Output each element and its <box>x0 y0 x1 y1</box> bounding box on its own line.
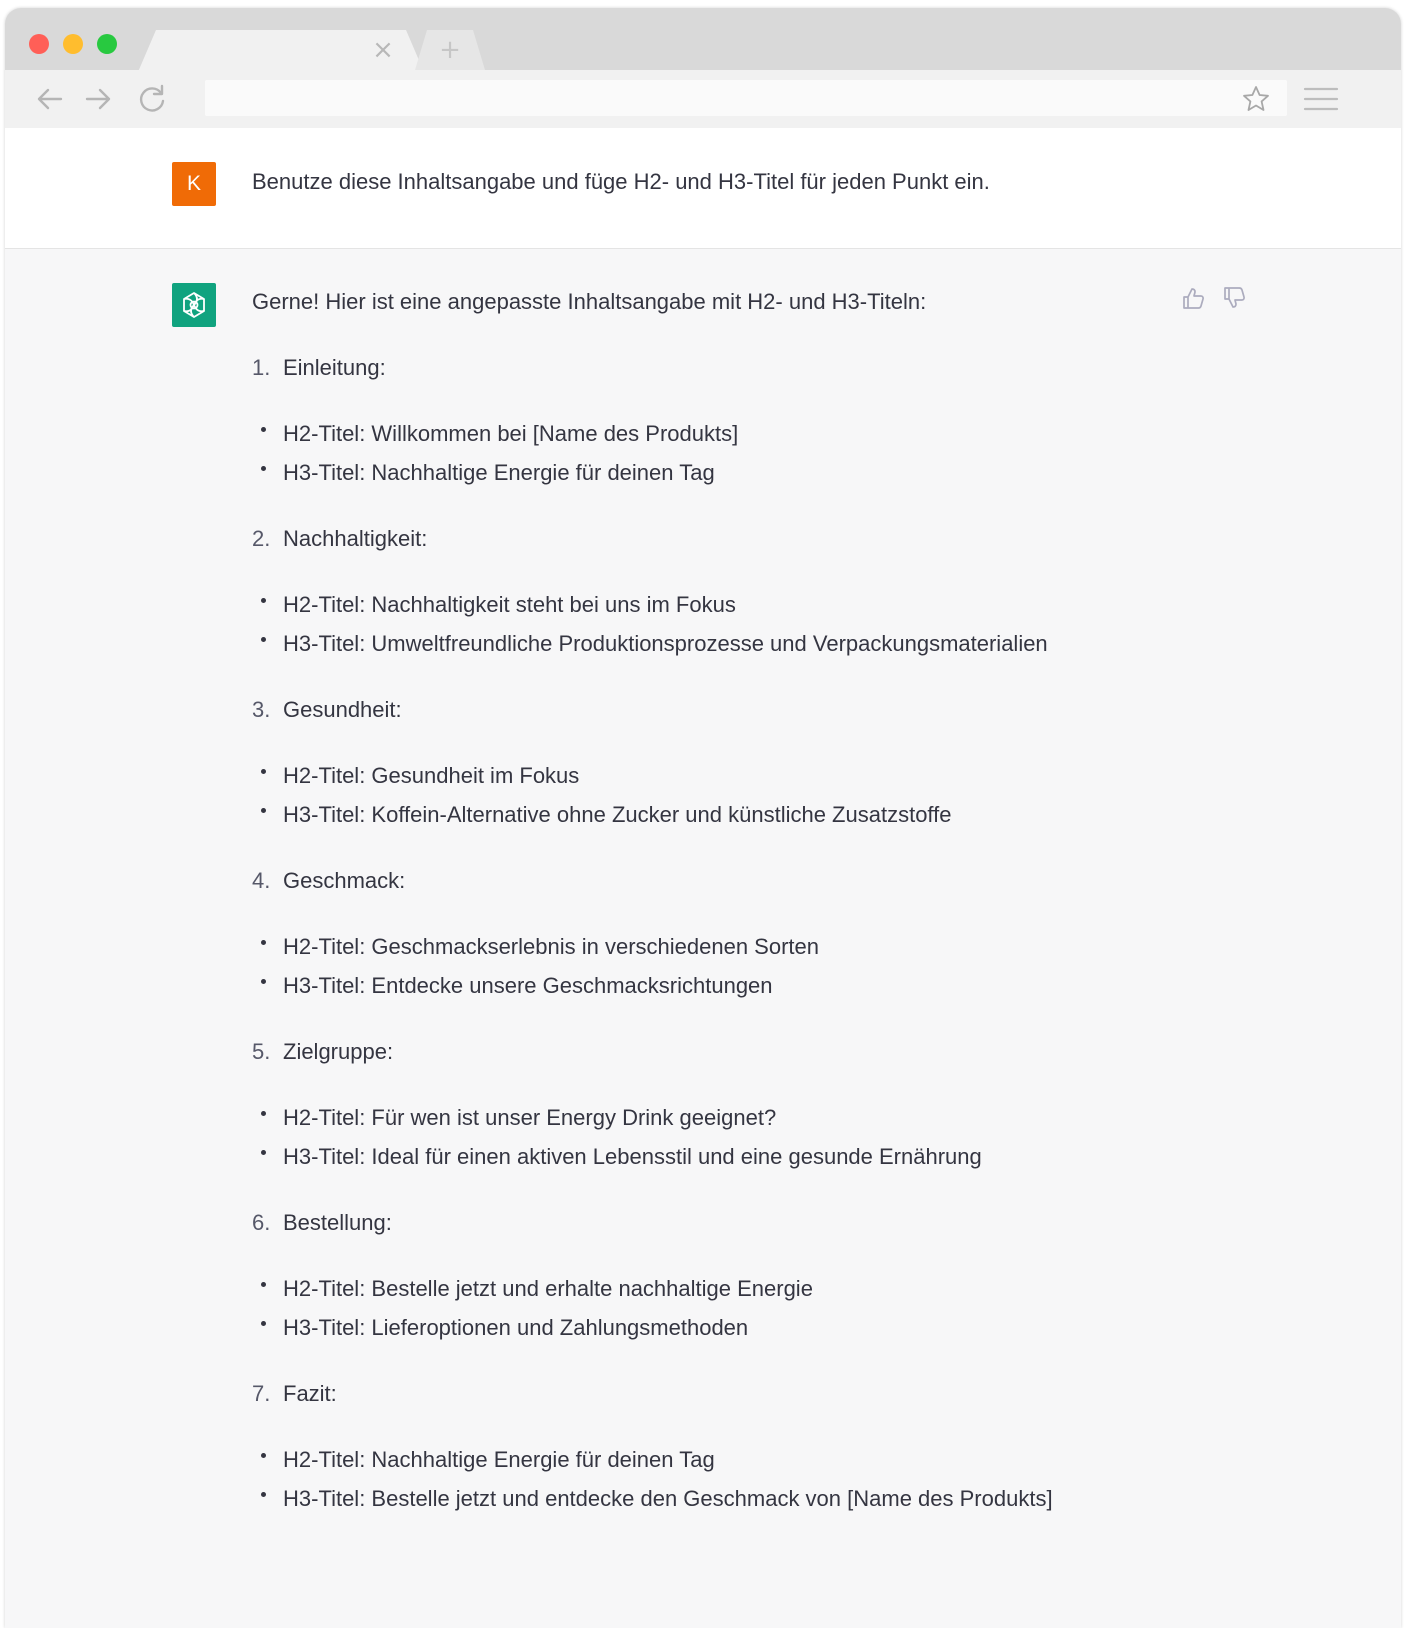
list-item: H3-Titel: Nachhaltige Energie für deinen… <box>252 460 1252 486</box>
openai-logo-icon <box>183 292 205 318</box>
section-number: 7. <box>252 1381 271 1406</box>
outline-section: 6. Bestellung: H2-Titel: Bestelle jetzt un… <box>252 1210 1252 1341</box>
minimize-window-button[interactable] <box>63 34 83 54</box>
section-title: Fazit: <box>283 1381 337 1406</box>
user-message-row: K Benutze diese Inhaltsangabe und füge H… <box>5 128 1401 249</box>
section-bullet-list: H2-Titel: Nachhaltige Energie für deinen… <box>252 1447 1252 1512</box>
outline-section: 5. Zielgruppe: H2-Titel: Für wen ist unser… <box>252 1039 1252 1170</box>
tab-close-icon[interactable]: × <box>371 37 395 63</box>
list-item: H3-Titel: Entdecke unsere Geschmacksrich… <box>252 973 1252 999</box>
section-title: Geschmack: <box>283 868 406 893</box>
section-number: 2. <box>252 526 271 551</box>
section-title: Nachhaltigkeit: <box>283 526 428 551</box>
section-bullet-list: H2-Titel: Nachhaltigkeit steht bei uns i… <box>252 592 1252 657</box>
back-arrow-icon[interactable] <box>33 82 67 116</box>
assistant-intro-text: Gerne! Hier ist eine angepasste Inhaltsa… <box>252 289 927 314</box>
outline-section: 2. Nachhaltigkeit: H2-Titel: Nachhaltigkei… <box>252 526 1252 657</box>
list-item: H3-Titel: Koffein-Alternative ohne Zucke… <box>252 802 1252 828</box>
section-number: 6. <box>252 1210 271 1235</box>
address-bar[interactable] <box>205 80 1287 116</box>
outline-section: 4. Geschmack: H2-Titel: Geschmackserlebnis… <box>252 868 1252 999</box>
outline-section: 7. Fazit: H2-Titel: Nachhaltige Energie fü… <box>252 1381 1252 1512</box>
list-item: H2-Titel: Gesundheit im Fokus <box>252 763 1252 789</box>
section-title: Zielgruppe: <box>283 1039 394 1064</box>
plus-icon[interactable]: + <box>437 37 463 63</box>
section-title: Gesundheit: <box>283 697 402 722</box>
section-bullet-list: H2-Titel: Für wen ist unser Energy Drink… <box>252 1105 1252 1170</box>
title-bar: × + <box>5 8 1401 72</box>
section-number: 3. <box>252 697 271 722</box>
list-item: H2-Titel: Geschmackserlebnis in verschie… <box>252 934 1252 960</box>
forward-arrow-icon[interactable] <box>81 82 115 116</box>
user-avatar: K <box>172 162 216 206</box>
list-item: H2-Titel: Nachhaltige Energie für deinen… <box>252 1447 1252 1473</box>
section-heading: 2. Nachhaltigkeit: <box>252 526 1252 552</box>
section-heading: 6. Bestellung: <box>252 1210 1252 1236</box>
list-item: H2-Titel: Willkommen bei [Name des Produ… <box>252 421 1252 447</box>
section-bullet-list: H2-Titel: Willkommen bei [Name des Produ… <box>252 421 1252 486</box>
list-item: H2-Titel: Für wen ist unser Energy Drink… <box>252 1105 1252 1131</box>
close-window-button[interactable] <box>29 34 49 54</box>
section-number: 4. <box>252 868 271 893</box>
star-icon[interactable] <box>1241 84 1271 114</box>
assistant-message-row: Gerne! Hier ist eine angepasste Inhaltsa… <box>5 249 1401 1628</box>
assistant-message-content: Gerne! Hier ist eine angepasste Inhaltsa… <box>252 289 1252 1525</box>
outline-section: 1. Einleitung: H2-Titel: Willkommen bei [N… <box>252 355 1252 486</box>
section-heading: 5. Zielgruppe: <box>252 1039 1252 1065</box>
section-number: 1. <box>252 355 271 380</box>
section-title: Bestellung: <box>283 1210 392 1235</box>
section-heading: 7. Fazit: <box>252 1381 1252 1407</box>
assistant-avatar <box>172 283 216 327</box>
list-item: H2-Titel: Bestelle jetzt und erhalte nac… <box>252 1276 1252 1302</box>
list-item: H3-Titel: Bestelle jetzt und entdecke de… <box>252 1486 1252 1512</box>
section-bullet-list: H2-Titel: Bestelle jetzt und erhalte nac… <box>252 1276 1252 1341</box>
reload-icon[interactable] <box>135 82 169 116</box>
section-title: Einleitung: <box>283 355 386 380</box>
browser-toolbar <box>5 70 1401 129</box>
outline-list: 1. Einleitung: H2-Titel: Willkommen bei [N… <box>252 355 1252 1512</box>
section-number: 5. <box>252 1039 271 1064</box>
section-heading: 3. Gesundheit: <box>252 697 1252 723</box>
section-heading: 4. Geschmack: <box>252 868 1252 894</box>
section-bullet-list: H2-Titel: Gesundheit im Fokus H3-Titel: K… <box>252 763 1252 828</box>
list-item: H2-Titel: Nachhaltigkeit steht bei uns i… <box>252 592 1252 618</box>
outline-section: 3. Gesundheit: H2-Titel: Gesundheit im Fok… <box>252 697 1252 828</box>
browser-window: × + K Benutze diese Inhaltsangabe und fü… <box>5 8 1401 1628</box>
section-heading: 1. Einleitung: <box>252 355 1252 381</box>
list-item: H3-Titel: Umweltfreundliche Produktionsp… <box>252 631 1252 657</box>
list-item: H3-Titel: Ideal für einen aktiven Lebens… <box>252 1144 1252 1170</box>
list-item: H3-Titel: Lieferoptionen und Zahlungsmet… <box>252 1315 1252 1341</box>
section-bullet-list: H2-Titel: Geschmackserlebnis in verschie… <box>252 934 1252 999</box>
maximize-window-button[interactable] <box>97 34 117 54</box>
hamburger-menu-icon[interactable] <box>1303 86 1339 112</box>
user-message-text: Benutze diese Inhaltsangabe und füge H2-… <box>252 169 990 194</box>
